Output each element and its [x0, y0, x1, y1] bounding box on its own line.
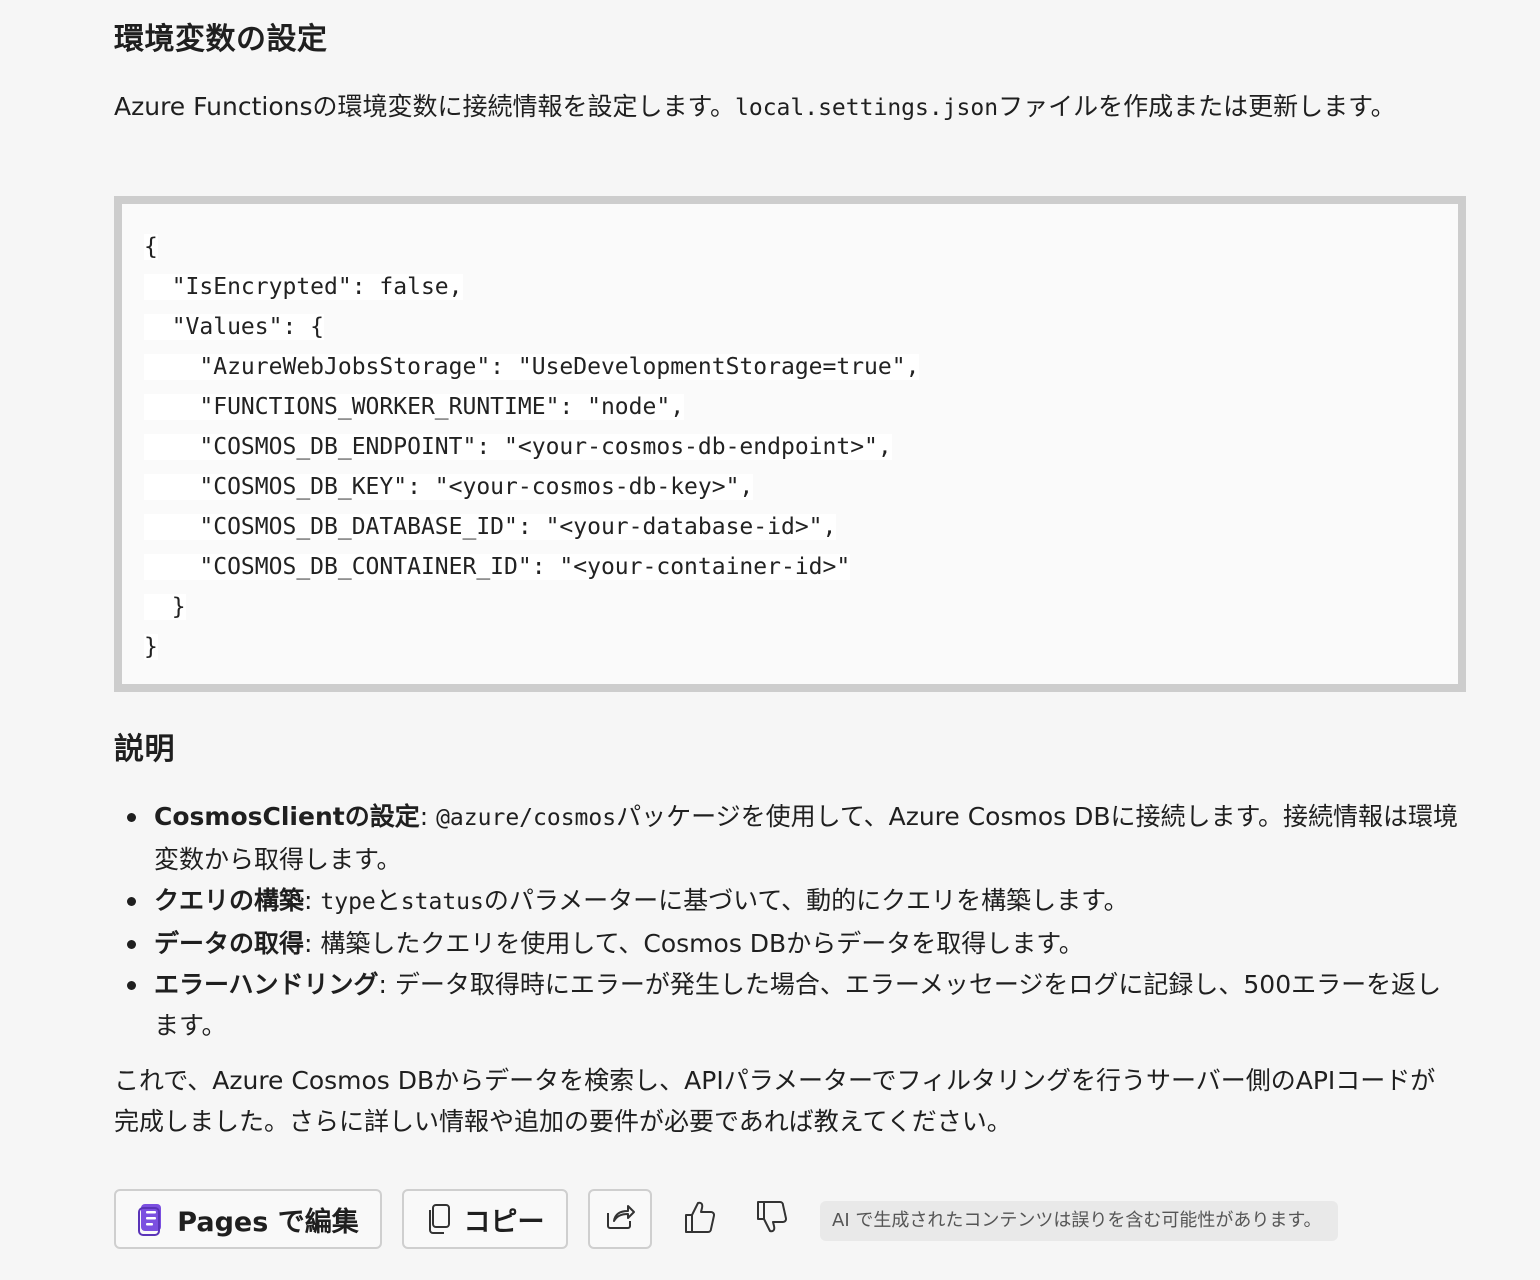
edit-in-pages-label: Pages で編集: [177, 1206, 359, 1238]
inline-code: type: [320, 889, 376, 915]
code-line: "IsEncrypted": false,: [144, 274, 463, 300]
code-line: {: [144, 234, 158, 260]
explanation-list: CosmosClientの設定: @azure/cosmosパッケージを使用して…: [114, 796, 1466, 1046]
bullet-title: エラーハンドリング: [154, 970, 379, 999]
intro-paragraph: Azure Functionsの環境変数に接続情報を設定します。local.se…: [114, 86, 1454, 129]
bullet-colon: :: [419, 802, 437, 831]
thumbs-up-icon: [683, 1199, 717, 1239]
thumbs-up-button[interactable]: [678, 1197, 722, 1241]
pages-icon: [137, 1202, 165, 1236]
copy-icon: [426, 1203, 452, 1235]
copy-button[interactable]: コピー: [402, 1189, 568, 1249]
intro-text-after: ファイルを作成または更新します。: [998, 92, 1396, 121]
code-line: }: [144, 594, 186, 620]
code-line: "AzureWebJobsStorage": "UseDevelopmentSt…: [144, 354, 920, 380]
inline-code: status: [400, 889, 484, 915]
section-heading-explanation: 説明: [114, 732, 175, 767]
bullet-text: のパラメーターに基づいて、動的にクエリを構築します。: [483, 886, 1129, 915]
code-line: "COSMOS_DB_ENDPOINT": "<your-cosmos-db-e…: [144, 434, 892, 460]
share-icon: [604, 1201, 636, 1238]
code-line: }: [144, 634, 158, 660]
inline-code-filename: local.settings.json: [735, 95, 999, 121]
list-item: クエリの構築: typeとstatusのパラメーターに基づいて、動的にクエリを構…: [127, 880, 1466, 923]
message-actions: Pages で編集 コピー AI で生成されたコンテンツは誤りを含む可能性があり…: [114, 1189, 1466, 1253]
bullet-colon: :: [304, 929, 321, 958]
inline-code: @azure/cosmos: [436, 805, 617, 831]
list-item: CosmosClientの設定: @azure/cosmosパッケージを使用して…: [127, 796, 1466, 880]
thumbs-down-icon: [755, 1199, 789, 1239]
code-line: "FUNCTIONS_WORKER_RUNTIME": "node",: [144, 394, 685, 420]
section-heading-env: 環境変数の設定: [114, 22, 328, 57]
bullet-text: 構築したクエリを使用して、Cosmos DBからデータを取得します。: [320, 929, 1084, 958]
bullet-title: クエリの構築: [154, 886, 305, 915]
copy-label: コピー: [463, 1206, 545, 1238]
bullet-text: と: [375, 886, 401, 915]
list-item: データの取得: 構築したクエリを使用して、Cosmos DBからデータを取得しま…: [127, 923, 1466, 964]
intro-text-before: Azure Functionsの環境変数に接続情報を設定します。: [114, 92, 735, 121]
code-line: "Values": {: [144, 314, 325, 340]
bullet-colon: :: [304, 886, 321, 915]
list-item: エラーハンドリング: データ取得時にエラーが発生した場合、エラーメッセージをログ…: [127, 964, 1466, 1046]
ai-disclaimer: AI で生成されたコンテンツは誤りを含む可能性があります。: [820, 1201, 1338, 1241]
bullet-title: CosmosClientの設定: [154, 802, 420, 831]
edit-in-pages-button[interactable]: Pages で編集: [114, 1189, 382, 1249]
code-line: "COSMOS_DB_KEY": "<your-cosmos-db-key>",: [144, 474, 754, 500]
bullet-colon: :: [378, 970, 395, 999]
code-line: "COSMOS_DB_DATABASE_ID": "<your-database…: [144, 514, 837, 540]
share-button[interactable]: [588, 1189, 652, 1249]
code-block: { "IsEncrypted": false, "Values": { "Azu…: [114, 196, 1466, 692]
code-line: "COSMOS_DB_CONTAINER_ID": "<your-contain…: [144, 554, 851, 580]
thumbs-down-button[interactable]: [750, 1197, 794, 1241]
outro-paragraph: これで、Azure Cosmos DBからデータを検索し、APIパラメーターでフ…: [114, 1066, 1436, 1136]
bullet-title: データの取得: [154, 929, 305, 958]
